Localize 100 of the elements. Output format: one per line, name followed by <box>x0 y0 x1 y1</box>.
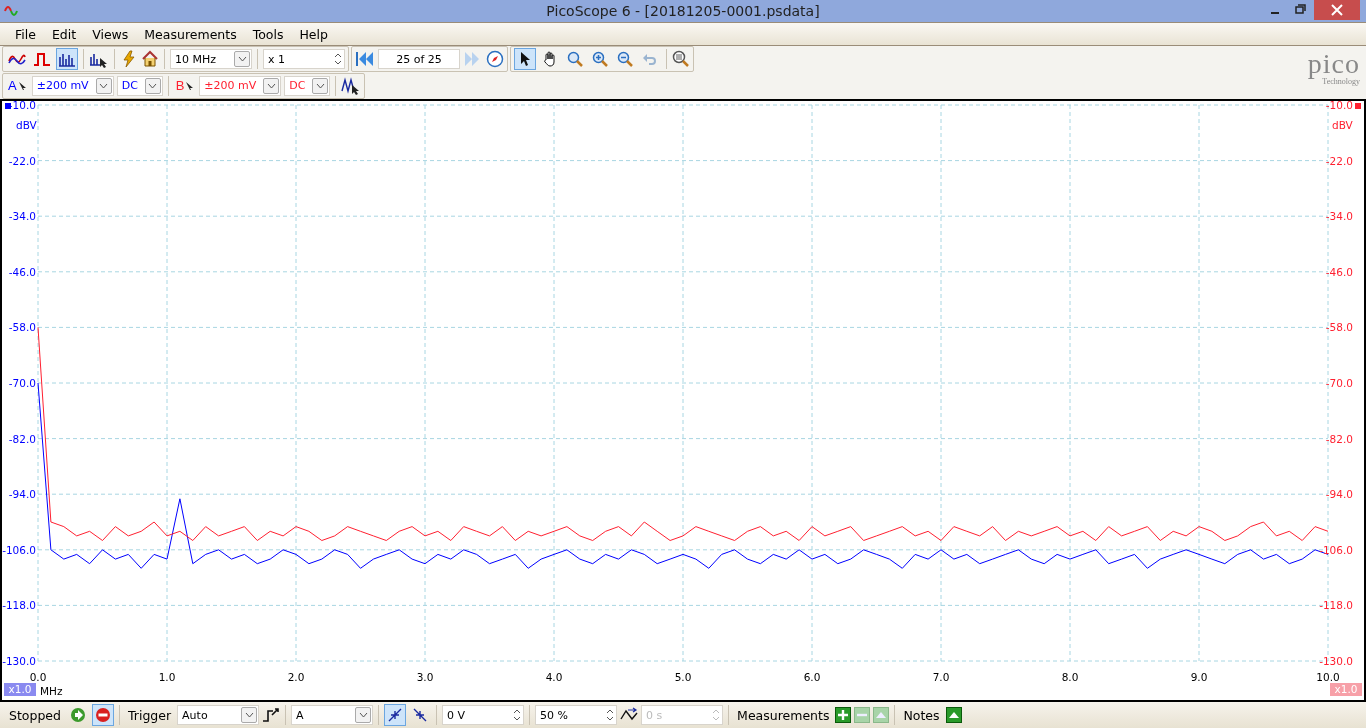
measurements-label: Measurements <box>736 707 831 723</box>
y-unit-label: dBV <box>1332 119 1353 131</box>
square-wave-icon <box>33 51 51 67</box>
spectrum-mode-button[interactable] <box>56 48 78 70</box>
menu-item[interactable]: Help <box>292 26 335 42</box>
compass-icon[interactable] <box>486 50 504 68</box>
y-axis-label: -22.0 <box>8 154 36 167</box>
scale-badge: x1.0 <box>4 683 36 696</box>
y-axis-label: -94.0 <box>8 488 36 501</box>
y-axis-label: -10.0 <box>1325 101 1353 111</box>
trigger-delay-icon[interactable] <box>620 707 639 723</box>
status-label: Stopped <box>8 707 62 723</box>
pointer-icon <box>518 51 532 67</box>
y-axis-label: -58.0 <box>1325 321 1353 334</box>
y-axis-label: -22.0 <box>1325 154 1353 167</box>
x-axis-label: 7.0 <box>932 671 950 683</box>
scale-badge: x1.0 <box>1330 683 1362 696</box>
notes-label: Notes <box>902 707 941 723</box>
menu-item[interactable]: Tools <box>245 26 291 42</box>
close-icon[interactable] <box>1314 0 1360 20</box>
x-axis-label: 1.0 <box>158 671 176 683</box>
y-axis-label: -70.0 <box>1325 377 1353 389</box>
range-dropdown[interactable]: ±200 mV <box>31 75 114 96</box>
y-axis-label: -34.0 <box>8 210 36 223</box>
chevron-down-icon <box>237 56 247 62</box>
logo-wordmark: pico <box>1307 50 1360 78</box>
y-axis-label: -82.0 <box>1325 432 1353 445</box>
chevron-down-icon <box>266 82 276 89</box>
app-icon <box>4 3 20 19</box>
x-unit-label: MHz <box>40 685 63 697</box>
x-axis-label: 4.0 <box>545 671 563 683</box>
x-axis-label: 9.0 <box>1190 671 1208 683</box>
pointer-tool-button[interactable] <box>514 48 536 70</box>
rising-edge-button[interactable] <box>384 704 407 726</box>
y-axis-label: -46.0 <box>1325 265 1353 278</box>
cursor-icon <box>185 81 195 90</box>
stop-button[interactable] <box>92 704 114 726</box>
axis-marker <box>1355 103 1361 109</box>
zoom-overview-icon[interactable] <box>672 50 690 68</box>
y-unit-label: dBV <box>16 119 37 131</box>
x-axis-label: 10.0 <box>1316 671 1340 683</box>
y-axis-label: -10.0 <box>8 101 36 111</box>
y-axis-label: -58.0 <box>8 321 36 334</box>
x-axis-label: 5.0 <box>674 671 692 683</box>
home-icon[interactable] <box>141 50 159 68</box>
y-axis-label: -130.0 <box>1319 655 1353 667</box>
buffer-field[interactable]: 25 of 25 <box>378 49 460 69</box>
menu-item[interactable]: Measurements <box>137 26 244 42</box>
chevron-down-icon <box>99 82 109 89</box>
channel-button[interactable]: A <box>6 74 29 97</box>
y-axis-label: -118.0 <box>1319 599 1353 612</box>
x-axis-label: 2.0 <box>287 671 305 683</box>
y-axis-label: -130.0 <box>2 655 36 667</box>
chevron-down-icon <box>148 82 158 89</box>
range-dropdown[interactable]: ±200 mV <box>199 75 282 96</box>
logo-tagline: Technology <box>1322 78 1360 86</box>
play-icon <box>70 707 86 723</box>
spectrum-icon <box>58 51 76 67</box>
first-buffer-icon[interactable] <box>355 50 375 68</box>
menu-item[interactable]: File <box>8 26 43 42</box>
chevron-down-icon <box>244 712 254 718</box>
rising-edge-icon <box>387 707 404 723</box>
stop-icon <box>95 707 111 723</box>
y-axis-label: -118.0 <box>2 599 36 612</box>
trigger-label: Trigger <box>127 707 173 723</box>
coupling-dropdown[interactable]: DC <box>284 75 331 96</box>
cursor-icon <box>17 81 27 90</box>
axis-marker <box>5 103 11 109</box>
trigger-mode-dropdown[interactable]: Auto <box>177 705 260 725</box>
x-axis-label: 8.0 <box>1061 671 1079 683</box>
x-axis-label: 3.0 <box>416 671 434 683</box>
y-axis-label: -106.0 <box>1319 543 1353 556</box>
zoom-out-icon <box>617 51 633 67</box>
zoom-spinner[interactable]: x 1 <box>263 49 345 69</box>
lightning-icon[interactable] <box>120 50 138 68</box>
y-axis-label: -94.0 <box>1325 488 1353 501</box>
chevron-down-icon <box>358 712 368 718</box>
window-title: PicoScope 6 - [20181205-0001.psdata] <box>545 3 821 19</box>
add-icon[interactable] <box>835 707 852 723</box>
trigger-settings-icon[interactable] <box>262 707 281 723</box>
trigger-source-dropdown[interactable]: A <box>291 705 374 725</box>
threshold-spinner[interactable]: 0 V <box>442 705 525 725</box>
spinner-arrows-icon <box>332 51 344 67</box>
y-axis-label: -82.0 <box>8 432 36 445</box>
timebase-dropdown[interactable]: 10 MHz <box>170 49 252 69</box>
menu-item[interactable]: Views <box>85 26 136 42</box>
y-axis-label: -106.0 <box>2 543 36 556</box>
falling-edge-icon <box>412 707 429 723</box>
hand-icon <box>542 51 558 67</box>
zoom-in-icon <box>592 51 608 67</box>
y-axis-label: -34.0 <box>1325 210 1353 223</box>
y-axis-label: -46.0 <box>8 265 36 278</box>
magnifier-icon <box>567 51 583 67</box>
coupling-dropdown[interactable]: DC <box>116 75 163 96</box>
chevron-down-icon <box>315 82 325 89</box>
up-icon[interactable] <box>945 707 962 723</box>
pretrigger-spinner[interactable]: 50 % <box>535 705 618 725</box>
x-axis-label: 0.0 <box>29 671 47 683</box>
menu-item[interactable]: Edit <box>44 26 84 42</box>
x-axis-label: 6.0 <box>803 671 821 683</box>
